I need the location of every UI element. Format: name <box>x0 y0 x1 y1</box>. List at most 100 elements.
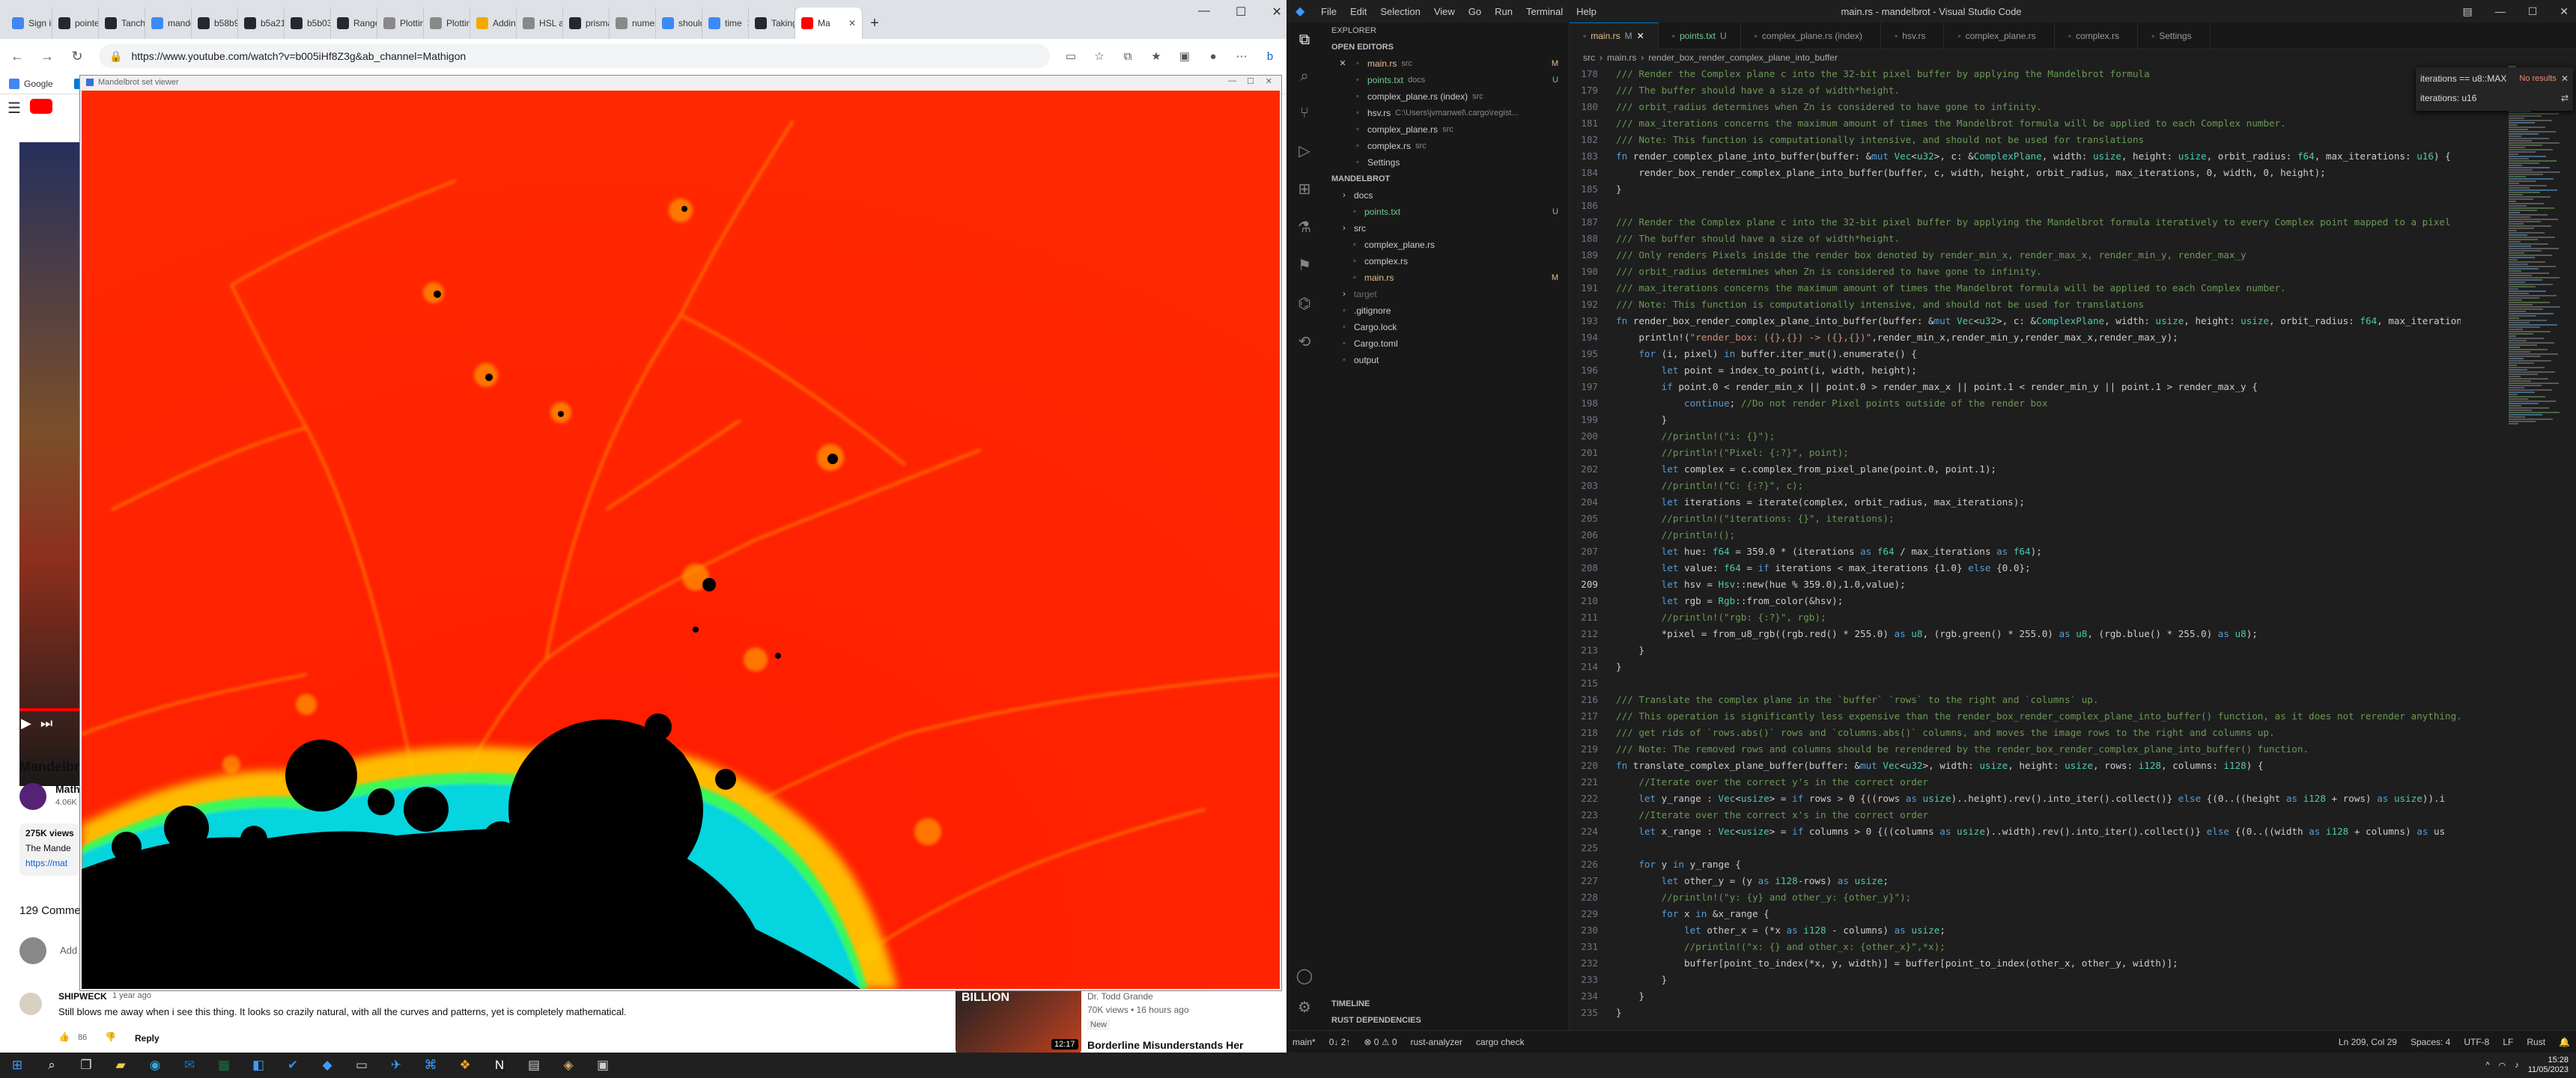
sync-status[interactable]: 0↓ 2↑ <box>1329 1037 1351 1047</box>
rust-dependencies-header[interactable]: RUST DEPENDENCIES <box>1322 1012 1569 1029</box>
tree-item[interactable]: ◦ points.txt U <box>1322 204 1569 220</box>
like-icon[interactable]: 👍 <box>58 1032 70 1042</box>
close-icon[interactable]: ✕ <box>1337 55 1348 72</box>
browser-tab[interactable]: should✕ <box>656 7 702 39</box>
open-editor-item[interactable]: ◦ complex_plane.rs src <box>1322 121 1569 138</box>
reload-icon[interactable]: ↻ <box>69 49 85 64</box>
testing-icon[interactable]: ⚗ <box>1298 218 1311 237</box>
browser-tab[interactable]: mandel✕ <box>145 7 192 39</box>
layout-icon[interactable]: ▤ <box>2462 5 2472 18</box>
tree-item[interactable]: ◦ main.rs M <box>1322 270 1569 286</box>
search-icon[interactable]: ⌕ <box>1300 68 1308 85</box>
open-editor-item[interactable]: ◦ complex_plane.rs (index) src <box>1322 88 1569 105</box>
todo-icon[interactable]: ✔ <box>276 1053 310 1078</box>
browser-tab[interactable]: time✕ <box>702 7 749 39</box>
profile-avatar[interactable]: ● <box>1206 50 1221 63</box>
forward-icon[interactable]: → <box>39 49 55 64</box>
code-view[interactable]: 178 /// Render the Complex plane c into t… <box>1570 66 2461 1030</box>
menu-dots-icon[interactable]: ⋯ <box>1234 49 1249 63</box>
hamburger-menu-icon[interactable]: ☰ <box>7 99 21 118</box>
bing-icon[interactable]: b <box>1263 50 1278 63</box>
breadcrumb-item[interactable]: render_box_render_complex_plane_into_buf… <box>1648 52 1838 63</box>
favorites-icon[interactable]: ★ <box>1149 49 1164 63</box>
editor-tab[interactable]: ◦ points.txt U <box>1659 22 1741 49</box>
tree-item[interactable]: ◦ complex_plane.rs <box>1322 237 1569 253</box>
bookmarks-icon[interactable]: ⚑ <box>1298 256 1311 275</box>
mandelbrot-canvas[interactable] <box>81 91 1281 989</box>
add-comment-input[interactable]: Add <box>60 945 77 956</box>
browser-tab[interactable]: Range✕ <box>331 7 377 39</box>
extensions-icon[interactable]: ⧉ <box>1120 50 1135 63</box>
branch-status[interactable]: main* <box>1292 1037 1316 1047</box>
clock[interactable]: 15:28 11/05/2023 <box>2528 1056 2569 1075</box>
tree-item[interactable]: › src <box>1322 220 1569 237</box>
vscode-taskbar-icon[interactable]: ◆ <box>310 1053 344 1078</box>
source-control-icon[interactable]: ⑂ <box>1300 105 1309 122</box>
description-link[interactable]: https://mat <box>25 858 67 868</box>
menu-item[interactable]: Go <box>1468 6 1481 17</box>
timeline-header[interactable]: TIMELINE <box>1322 996 1569 1012</box>
remote-icon[interactable]: ⌬ <box>1298 294 1310 313</box>
open-editor-item[interactable]: ◦ hsv.rs C:\Users\jvmanwel\.cargo\regist..… <box>1322 105 1569 121</box>
open-editor-item[interactable]: ◦ Settings <box>1322 154 1569 171</box>
youtube-logo[interactable] <box>30 99 52 114</box>
maximize-icon[interactable]: ☐ <box>1236 4 1246 19</box>
editor-tab[interactable]: ◦ complex.rs <box>2055 22 2138 49</box>
language-status[interactable]: Rust <box>2527 1037 2545 1047</box>
terminal-icon[interactable]: ▭ <box>344 1053 379 1078</box>
wifi-icon[interactable]: ◠ <box>2499 1061 2506 1071</box>
browser-tab[interactable]: Adding✕ <box>470 7 517 39</box>
replace-input[interactable]: iterations: u16 <box>2420 93 2557 103</box>
address-bar[interactable]: 🔒 https://www.youtube.com/watch?v=b005iH… <box>99 44 1050 68</box>
minimize-icon[interactable]: — <box>2495 5 2506 18</box>
collections-icon[interactable]: ▣ <box>1177 49 1192 63</box>
bookmark-item[interactable]: Google <box>9 78 53 89</box>
tree-item[interactable]: › docs <box>1322 187 1569 204</box>
editor-tab[interactable]: ◦ main.rs M ✕ <box>1570 22 1659 49</box>
menu-item[interactable]: Help <box>1576 6 1597 17</box>
edge-icon[interactable]: ◉ <box>138 1053 172 1078</box>
browser-tab[interactable]: b5a21✕ <box>238 7 285 39</box>
browser-tab[interactable]: numeric✕ <box>610 7 656 39</box>
menu-item[interactable]: View <box>1434 6 1455 17</box>
open-editors-header[interactable]: OPEN EDITORS <box>1322 39 1569 55</box>
close-icon[interactable]: ✕ <box>1272 4 1281 19</box>
viewer-minimize-icon[interactable]: — <box>1228 76 1236 85</box>
outlook-icon[interactable]: ✉ <box>172 1053 207 1078</box>
browser-tab[interactable]: HSL an✕ <box>517 7 563 39</box>
browser-tab[interactable]: Plotting✕ <box>424 7 470 39</box>
menu-item[interactable]: Terminal <box>1526 6 1563 17</box>
explorer-icon[interactable]: ⧉ <box>1299 31 1310 49</box>
app5-icon[interactable]: ▤ <box>517 1053 551 1078</box>
browser-tab[interactable]: Ma ✕ <box>795 7 863 39</box>
recommended-channel[interactable]: Dr. Todd Grande <box>1087 991 1153 1002</box>
bookmark-star-icon[interactable]: ☆ <box>1092 49 1107 63</box>
extensions-icon[interactable]: ⊞ <box>1298 180 1311 198</box>
menu-item[interactable]: Run <box>1495 6 1513 17</box>
open-editor-item[interactable]: ✕ ◦ main.rs src M <box>1322 55 1569 72</box>
app7-icon[interactable]: ▣ <box>586 1053 620 1078</box>
recommended-title[interactable]: Borderline Misunderstands Her <box>1087 1039 1244 1051</box>
breadcrumb-item[interactable]: main.rs <box>1607 52 1636 63</box>
maximize-icon[interactable]: ☐ <box>2528 5 2538 18</box>
task-view-icon[interactable]: ❐ <box>69 1053 103 1078</box>
back-icon[interactable]: ← <box>9 49 25 64</box>
minimap[interactable] <box>2506 66 2576 1030</box>
menu-item[interactable]: Edit <box>1350 6 1367 17</box>
replace-icon[interactable]: ⇄ <box>2561 93 2569 103</box>
menu-item[interactable]: File <box>1321 6 1337 17</box>
app3-icon[interactable]: ⌘ <box>413 1053 448 1078</box>
eol-status[interactable]: LF <box>2503 1037 2513 1047</box>
minimize-icon[interactable]: — <box>1198 4 1210 19</box>
close-icon[interactable]: ✕ <box>1637 31 1644 41</box>
browser-tab[interactable]: pointer✕ <box>52 7 99 39</box>
tree-item[interactable]: ◦ complex.rs <box>1322 253 1569 270</box>
cursor-position[interactable]: Ln 209, Col 29 <box>2339 1037 2397 1047</box>
volume-icon[interactable]: ♪ <box>2515 1061 2519 1070</box>
app2-icon[interactable]: ✈ <box>379 1053 413 1078</box>
browser-tab[interactable]: Sign in✕ <box>6 7 52 39</box>
menu-item[interactable]: Selection <box>1380 6 1420 17</box>
browser-tab[interactable]: Plotting✕ <box>377 7 424 39</box>
settings-gear-icon[interactable]: ⚙ <box>1298 998 1311 1017</box>
find-input[interactable]: iterations == u8::MAX <box>2420 73 2515 84</box>
